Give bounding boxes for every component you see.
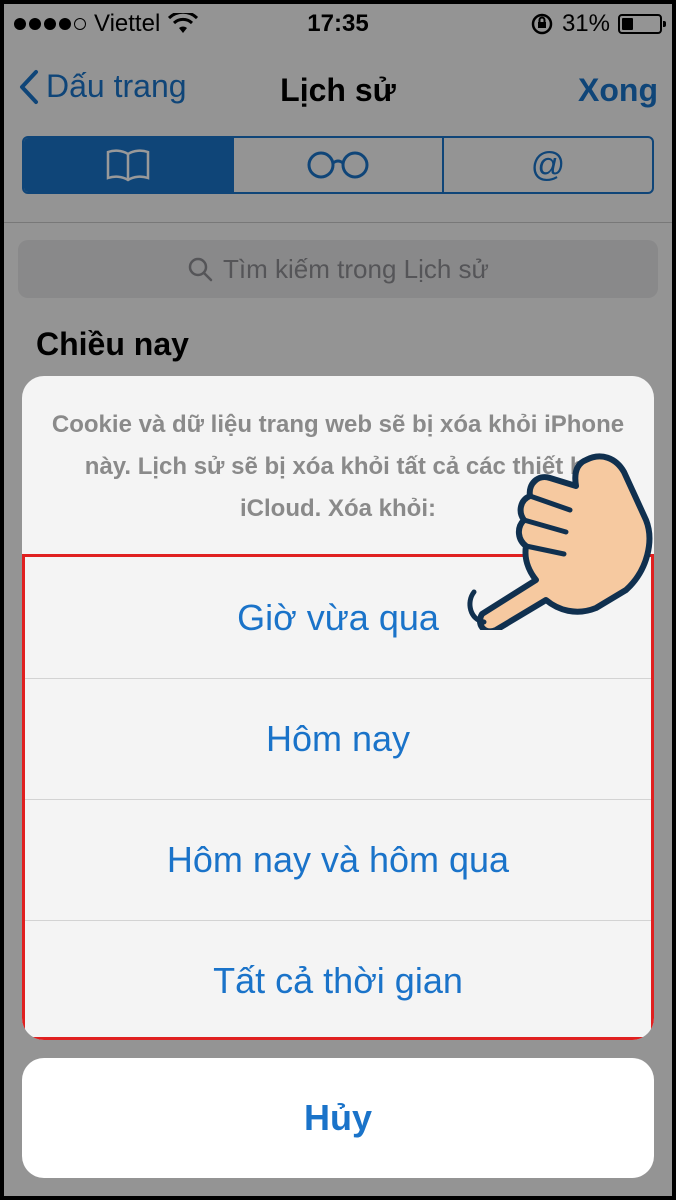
phone-screen: Viettel 17:35 31% Dấu trang Lịch sử Xong… — [4, 4, 672, 1196]
option-all-time[interactable]: Tất cả thời gian — [25, 920, 651, 1040]
cancel-button[interactable]: Hủy — [22, 1058, 654, 1178]
option-today[interactable]: Hôm nay — [25, 678, 651, 799]
pointing-hand-icon — [467, 453, 653, 630]
option-today-and-yesterday[interactable]: Hôm nay và hôm qua — [25, 799, 651, 920]
